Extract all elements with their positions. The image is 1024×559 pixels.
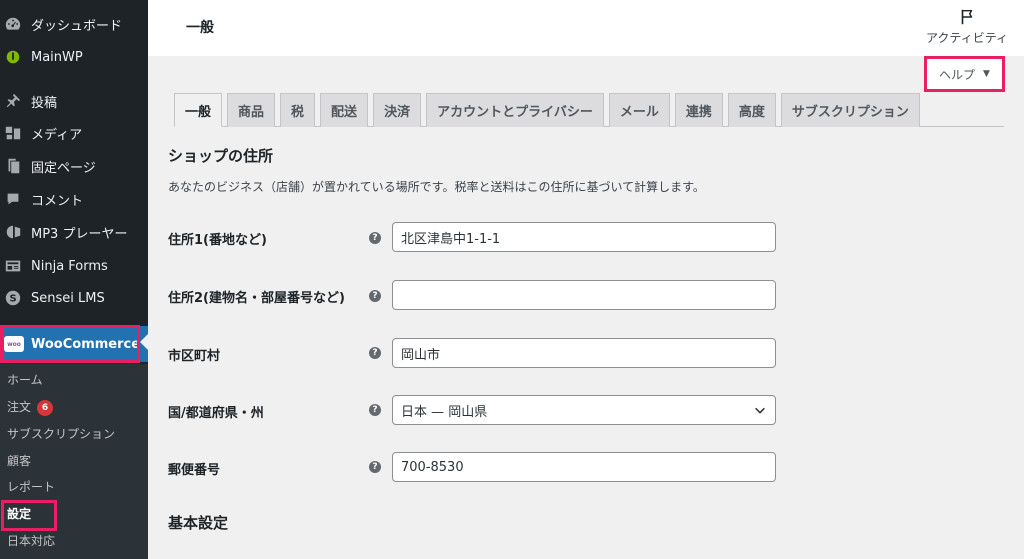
tab-shipping[interactable]: 配送	[320, 93, 369, 127]
help-tip-icon[interactable]: ?	[369, 404, 381, 416]
sidebar-item-label: MainWP	[31, 49, 83, 65]
sidebar-item-media[interactable]: メディア	[0, 117, 148, 149]
tab-accounts-privacy[interactable]: アカウントとプライバシー	[426, 93, 604, 127]
submenu-item-japan-support[interactable]: 日本対応	[7, 532, 55, 549]
tab-general[interactable]: 一般	[174, 93, 223, 127]
comment-icon	[3, 189, 23, 209]
city-label: 市区町村	[168, 349, 221, 364]
admin-sidebar: ダッシュボード MainWP 投稿 メディア 固定ページ コメント MP3 プレ…	[0, 0, 148, 559]
mainwp-icon	[3, 47, 23, 67]
sidebar-item-mainwp[interactable]: MainWP	[0, 41, 148, 73]
address2-input[interactable]	[392, 280, 776, 310]
form-icon	[3, 256, 23, 276]
submenu-item-home[interactable]: ホーム	[7, 371, 43, 388]
sidebar-item-label: ダッシュボード	[31, 18, 123, 34]
page-icon	[3, 156, 23, 176]
sensei-icon: S	[3, 288, 23, 308]
store-address-heading: ショップの住所	[168, 147, 274, 165]
page-header: 一般 アクティビティ	[148, 0, 1024, 56]
orders-count-badge: 6	[37, 399, 54, 416]
general-options-heading: 基本設定	[168, 514, 229, 532]
country-state-label: 国/都道府県・州	[168, 406, 264, 421]
sidebar-item-label: メディア	[31, 127, 83, 143]
sidebar-item-dashboard[interactable]: ダッシュボード	[0, 8, 148, 40]
sidebar-item-comments[interactable]: コメント	[0, 183, 148, 215]
sidebar-item-label: Sensei LMS	[31, 290, 105, 306]
help-tip-icon[interactable]: ?	[369, 290, 381, 302]
chevron-down-icon	[755, 407, 765, 414]
city-input[interactable]	[392, 338, 776, 368]
store-address-description: あなたのビジネス（店舗）が置かれている場所です。税率と送料はこの住所に基づいて計…	[168, 180, 705, 194]
submenu-item-orders[interactable]: 注文 6	[7, 398, 54, 416]
tab-advanced[interactable]: 高度	[727, 93, 776, 127]
dashboard-icon	[3, 14, 23, 34]
tab-payments[interactable]: 決済	[373, 93, 422, 127]
sidebar-item-mp3-player[interactable]: MP3 プレーヤー	[0, 216, 148, 248]
svg-text:S: S	[9, 294, 16, 305]
sidebar-item-label: 固定ページ	[31, 160, 96, 176]
postcode-input[interactable]	[392, 452, 776, 482]
submenu-item-subscriptions[interactable]: サブスクリプション	[7, 425, 115, 442]
sidebar-item-label: Ninja Forms	[31, 258, 108, 274]
tab-integration[interactable]: 連携	[674, 93, 723, 127]
postcode-label: 郵便番号	[168, 463, 221, 478]
help-label: ヘルプ	[939, 67, 976, 82]
pin-icon	[3, 91, 23, 111]
settings-highlight-box	[1, 500, 57, 531]
country-state-select[interactable]: 日本 — 岡山県	[392, 395, 776, 425]
address1-label: 住所1(番地など)	[168, 233, 267, 248]
sidebar-item-pages[interactable]: 固定ページ	[0, 150, 148, 182]
activity-button[interactable]: アクティビティ	[922, 8, 1012, 46]
tab-subscriptions[interactable]: サブスクリプション	[780, 93, 920, 127]
page-title: 一般	[186, 20, 214, 36]
address1-input[interactable]	[392, 222, 776, 252]
submenu-item-reports[interactable]: レポート	[7, 478, 55, 495]
sidebar-item-sensei-lms[interactable]: S Sensei LMS	[0, 282, 148, 314]
woocommerce-highlight-box	[0, 325, 140, 363]
sidebar-item-label: MP3 プレーヤー	[31, 226, 128, 242]
sidebar-item-label: コメント	[31, 193, 84, 209]
help-tip-icon[interactable]: ?	[369, 232, 381, 244]
help-tab-button[interactable]: ヘルプ ▼	[924, 56, 1005, 92]
sidebar-item-ninja-forms[interactable]: Ninja Forms	[0, 250, 148, 282]
triangle-down-icon: ▼	[983, 69, 990, 79]
tab-products[interactable]: 商品	[227, 93, 276, 127]
settings-tabs: 一般 商品 税 配送 決済 アカウントとプライバシー メール 連携 高度 サブス…	[174, 93, 925, 127]
tab-tax[interactable]: 税	[280, 93, 316, 127]
tab-emails[interactable]: メール	[608, 93, 670, 127]
help-tip-icon[interactable]: ?	[369, 347, 381, 359]
address2-label: 住所2(建物名・部屋番号など)	[168, 291, 345, 306]
help-tip-icon[interactable]: ?	[369, 461, 381, 473]
country-state-selected-value: 日本 — 岡山県	[401, 404, 488, 420]
media-icon	[3, 123, 23, 143]
sidebar-item-label: 投稿	[31, 95, 58, 111]
player-icon	[3, 222, 23, 242]
flag-icon	[961, 9, 973, 25]
sidebar-item-posts[interactable]: 投稿	[0, 85, 148, 117]
activity-label: アクティビティ	[926, 31, 1008, 45]
submenu-item-customers[interactable]: 顧客	[7, 452, 31, 469]
